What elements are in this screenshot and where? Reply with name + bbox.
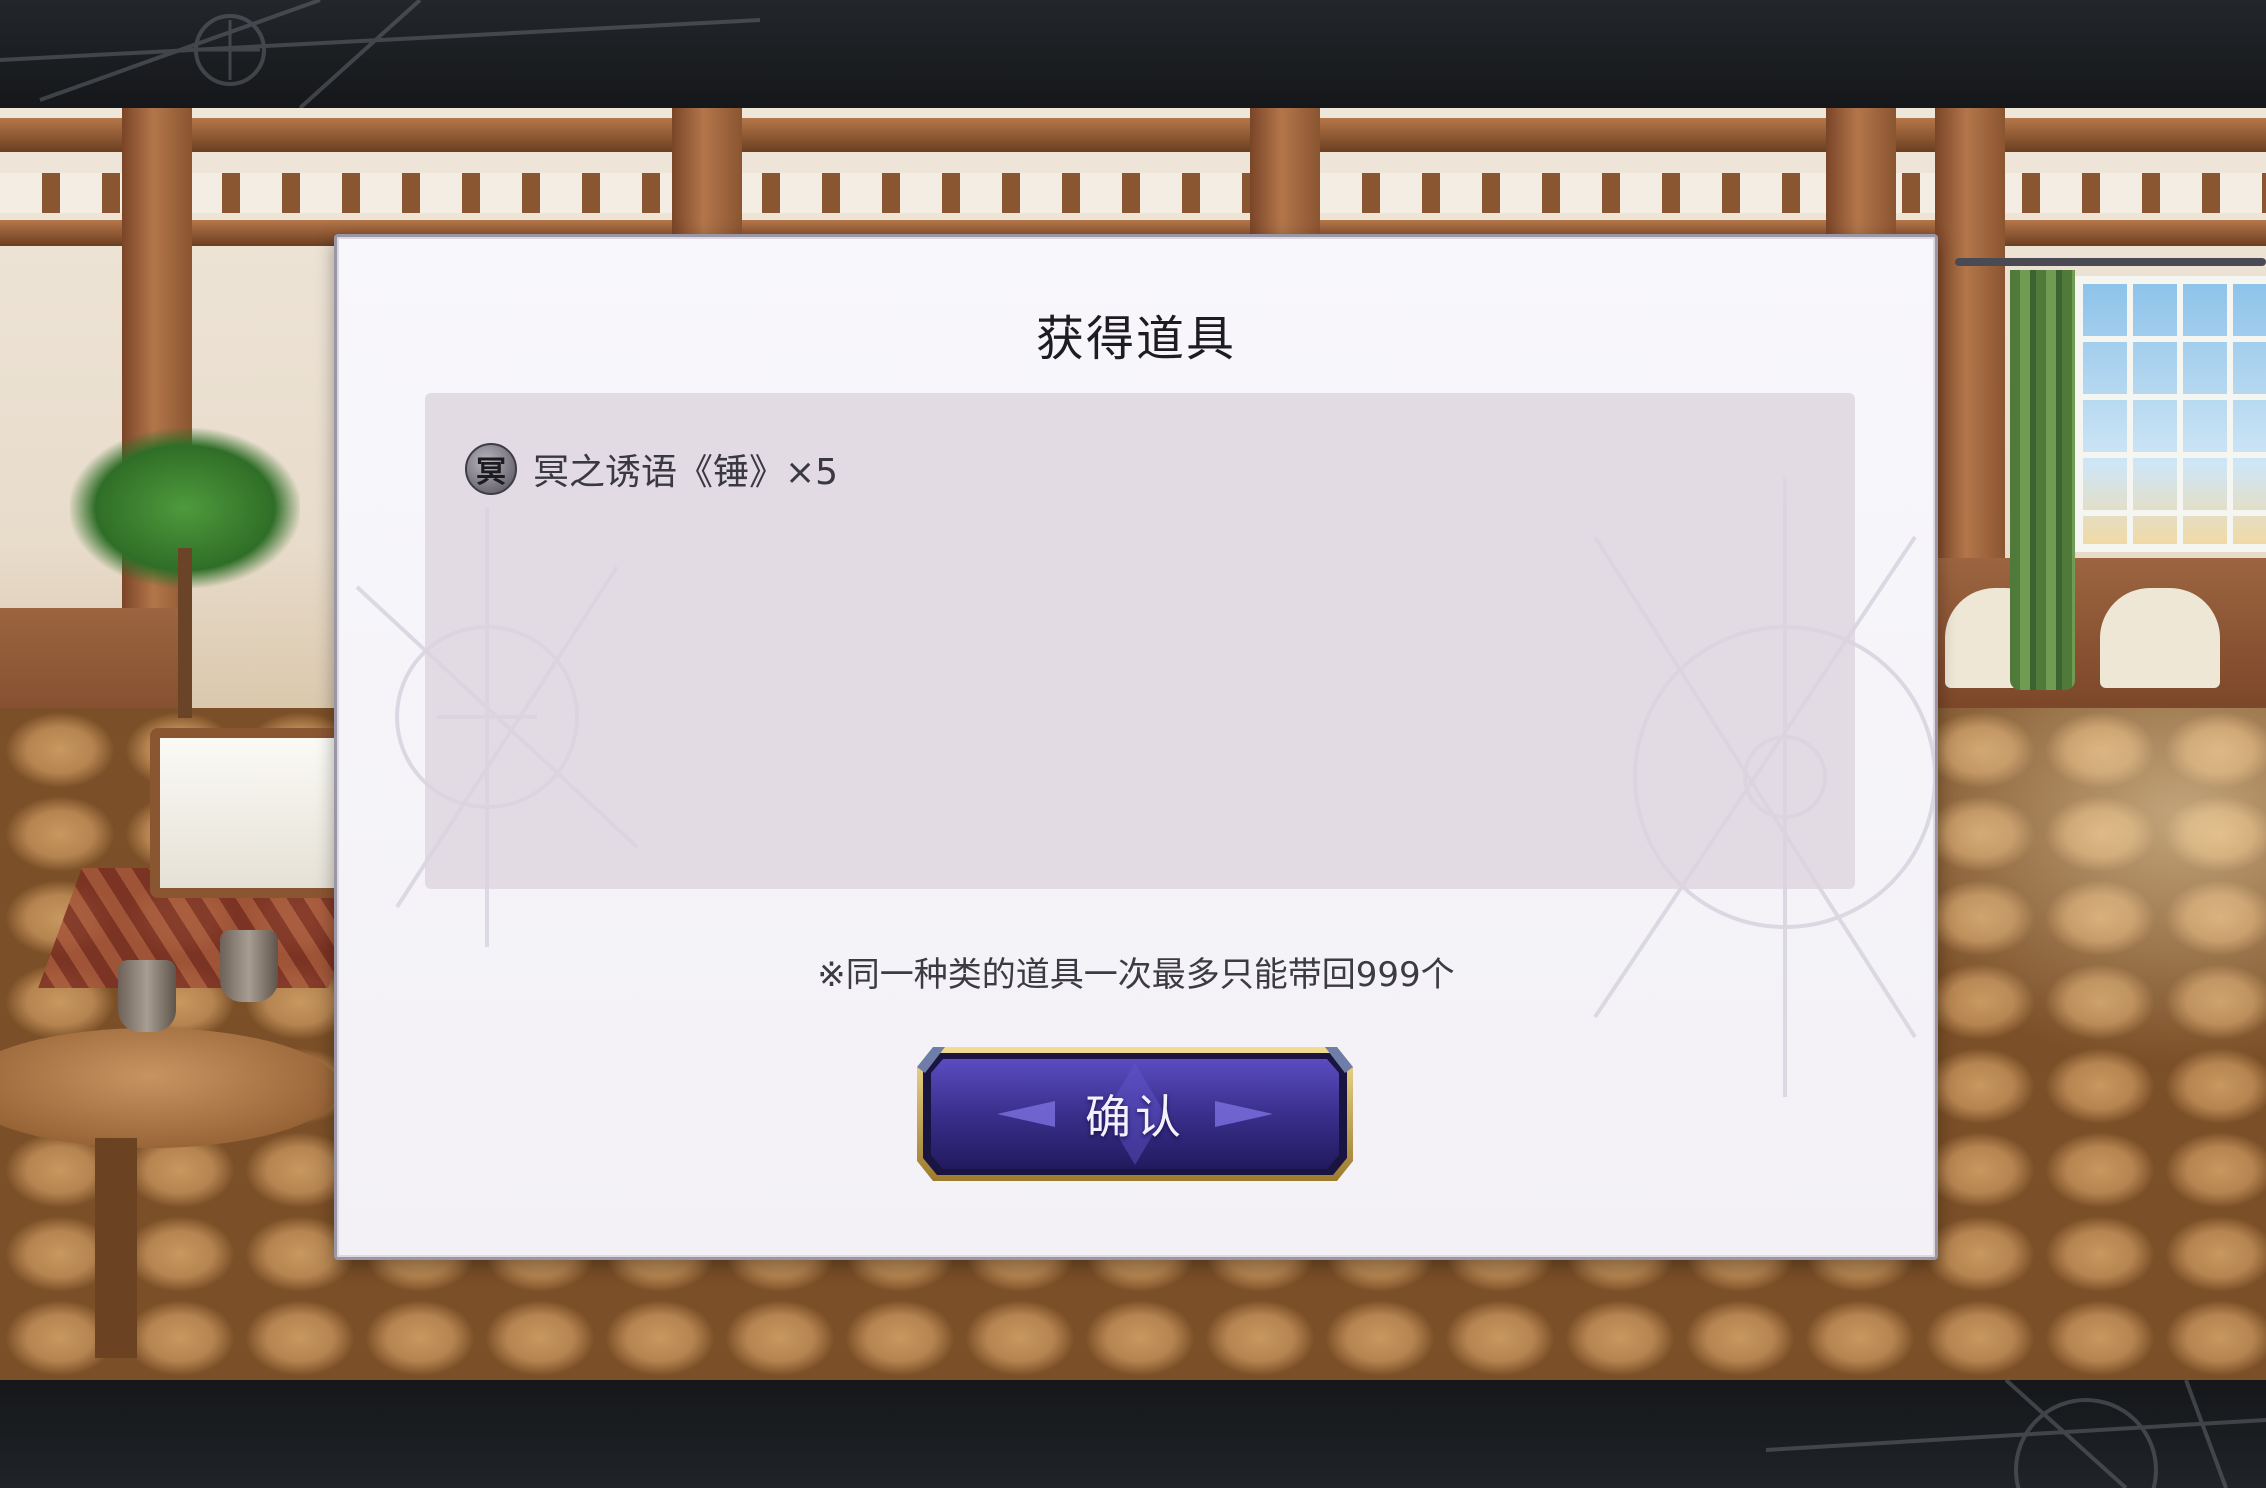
curtain — [2010, 270, 2075, 690]
plant-stem — [178, 548, 192, 718]
goblet-1 — [118, 960, 176, 1032]
wood-post-3 — [1250, 108, 1320, 248]
ceiling-beam-upper — [0, 118, 2266, 152]
item-label: 冥之诱语《锤》×5 — [533, 452, 839, 493]
item-list: 冥 冥之诱语《锤》×5 — [425, 393, 1855, 889]
wood-post-4 — [1826, 108, 1896, 248]
window — [2075, 276, 2266, 552]
bottom-frame-bar — [0, 1380, 2266, 1488]
wood-post-2 — [672, 108, 742, 248]
ornament-right-icon — [1765, 1380, 2266, 1488]
item-coin-icon: 冥 — [465, 443, 517, 495]
goblet-2 — [220, 930, 278, 1002]
curtain-rod — [1955, 258, 2266, 266]
confirm-button[interactable]: 确认 — [915, 1043, 1355, 1185]
item-obtained-dialog: 获得道具 冥 冥之诱语《锤》×5 ※同一种类的道具一次最多只能带回999个 确认 — [334, 234, 1938, 1260]
wall-panel-2 — [2100, 588, 2220, 688]
list-item: 冥 冥之诱语《锤》×5 — [465, 441, 838, 497]
confirm-button-label: 确认 — [1085, 1090, 1185, 1144]
top-frame-bar — [0, 0, 2266, 108]
table-leg — [95, 1138, 137, 1358]
limit-notice: ※同一种类的道具一次最多只能带回999个 — [817, 955, 1455, 995]
dialog-title: 获得道具 — [1035, 311, 1236, 367]
game-screen: 获得道具 冥 冥之诱语《锤》×5 ※同一种类的道具一次最多只能带回999个 确认 — [0, 0, 2266, 1488]
bed — [150, 728, 360, 898]
ornament-left-icon — [0, 0, 760, 108]
ceiling-lattice — [0, 173, 2266, 213]
